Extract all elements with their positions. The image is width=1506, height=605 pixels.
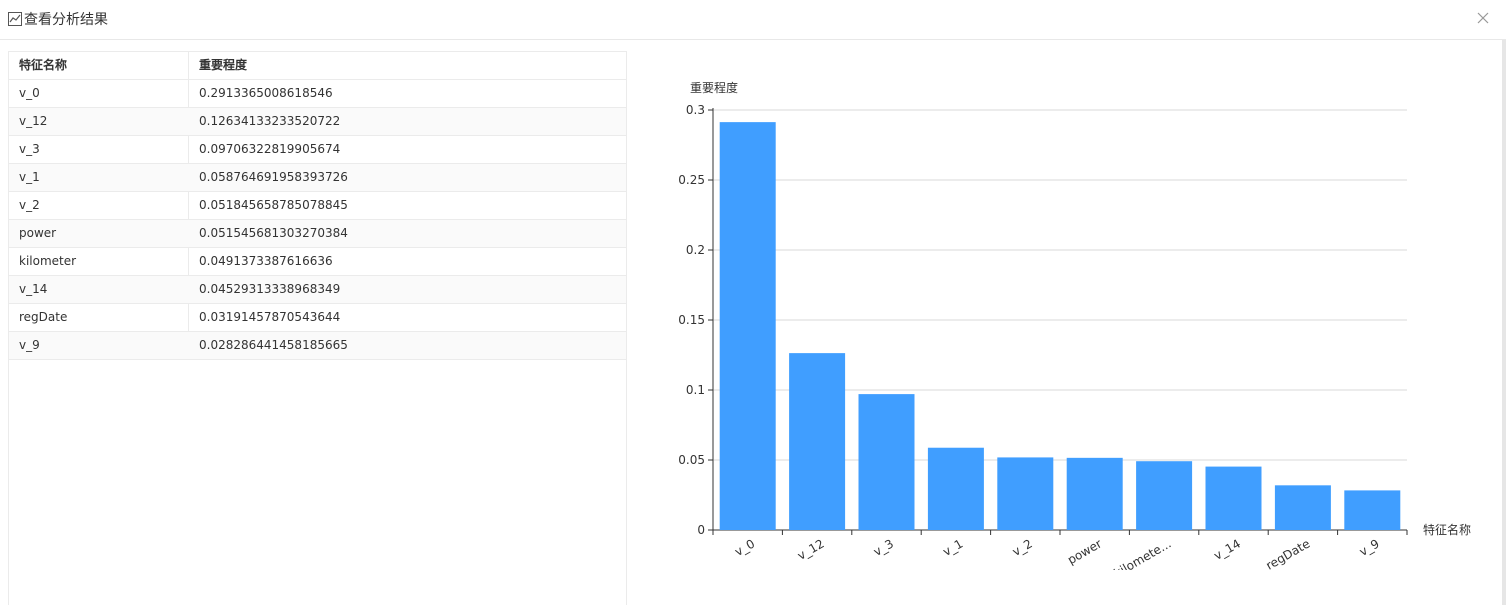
table-row: v_1 0.058764691958393726 bbox=[9, 164, 626, 192]
table-row: v_0 0.2913365008618546 bbox=[9, 80, 626, 108]
close-icon[interactable] bbox=[1476, 11, 1490, 25]
bar[interactable] bbox=[719, 122, 776, 530]
y-axis-label: 重要程度 bbox=[690, 80, 738, 95]
cell-importance: 0.2913365008618546 bbox=[199, 86, 333, 100]
bar[interactable] bbox=[927, 447, 984, 530]
importance-bar-chart: 0 0.05 0.1 0.15 0.2 0.25 0.3 重要程度特征名称 v_0 v_12 v_3… bbox=[660, 70, 1490, 580]
y-tick-label: 0.2 bbox=[686, 243, 705, 257]
x-tick-label: v_12 bbox=[795, 536, 827, 562]
bar[interactable] bbox=[1344, 490, 1401, 530]
cell-feature-name: v_3 bbox=[19, 142, 40, 156]
table-row: v_9 0.028286441458185665 bbox=[9, 332, 626, 360]
bar[interactable] bbox=[1066, 457, 1123, 530]
cell-importance: 0.09706322819905674 bbox=[199, 142, 341, 156]
feature-importance-table: 特征名称 重要程度 v_0 0.2913365008618546 v_12 0.126… bbox=[8, 51, 627, 605]
line-chart-icon bbox=[8, 12, 22, 26]
table-row: v_3 0.09706322819905674 bbox=[9, 136, 626, 164]
cell-importance: 0.12634133233520722 bbox=[199, 114, 341, 128]
column-header-feature-name: 特征名称 bbox=[19, 58, 68, 72]
y-tick-label: 0.3 bbox=[686, 103, 705, 117]
cell-feature-name: v_9 bbox=[19, 338, 40, 352]
bar[interactable] bbox=[858, 394, 915, 530]
bar[interactable] bbox=[997, 457, 1054, 530]
table-row: kilometer 0.0491373387616636 bbox=[9, 248, 626, 276]
table-row: power 0.051545681303270384 bbox=[9, 220, 626, 248]
x-tick-label: regDate bbox=[1264, 536, 1313, 570]
y-tick-label: 0.15 bbox=[678, 313, 705, 327]
table-row: v_14 0.04529313338968349 bbox=[9, 276, 626, 304]
cell-importance: 0.051845658785078845 bbox=[199, 198, 348, 212]
table-row: v_2 0.051845658785078845 bbox=[9, 192, 626, 220]
cell-feature-name: power bbox=[19, 226, 57, 240]
bar[interactable] bbox=[789, 353, 846, 530]
x-tick-label: v_14 bbox=[1211, 536, 1243, 562]
y-tick-label: 0.05 bbox=[678, 453, 705, 467]
cell-feature-name: v_12 bbox=[19, 114, 48, 128]
cell-importance: 0.0491373387616636 bbox=[199, 254, 333, 268]
x-tick-label: v_2 bbox=[1010, 536, 1035, 558]
table-row: regDate 0.03191457870543644 bbox=[9, 304, 626, 332]
bar[interactable] bbox=[1274, 485, 1331, 530]
cell-feature-name: v_0 bbox=[19, 86, 40, 100]
chart-svg: 0 0.05 0.1 0.15 0.2 0.25 0.3 重要程度特征名称 v_0 v_12 v_3… bbox=[678, 80, 1471, 580]
y-tick-label: 0.25 bbox=[678, 173, 705, 187]
column-header-importance: 重要程度 bbox=[199, 58, 248, 72]
cell-importance: 0.051545681303270384 bbox=[199, 226, 348, 240]
x-tick-label: power bbox=[1065, 536, 1104, 567]
cell-feature-name: v_14 bbox=[19, 282, 48, 296]
bar[interactable] bbox=[1136, 461, 1193, 530]
x-tick-label: v_3 bbox=[871, 536, 896, 558]
bar[interactable] bbox=[1205, 466, 1262, 530]
table-row: v_12 0.12634133233520722 bbox=[9, 108, 626, 136]
y-tick-label: 0 bbox=[697, 523, 705, 537]
x-tick-label: v_9 bbox=[1357, 536, 1382, 558]
scrollbar[interactable] bbox=[1502, 40, 1506, 605]
dialog-header: 查看分析结果 bbox=[0, 0, 1506, 40]
dialog-title: 查看分析结果 bbox=[24, 12, 108, 28]
x-tick-label: v_0 bbox=[732, 536, 757, 558]
cell-importance: 0.04529313338968349 bbox=[199, 282, 341, 296]
cell-importance: 0.03191457870543644 bbox=[199, 310, 341, 324]
cell-importance: 0.028286441458185665 bbox=[199, 338, 348, 352]
cell-feature-name: kilometer bbox=[19, 254, 77, 268]
analysis-result-dialog: 查看分析结果 特征名称 重要程度 v_0 0.2913365008618546 v_… bbox=[0, 0, 1506, 605]
y-tick-label: 0.1 bbox=[686, 383, 705, 397]
x-tick-label: kilomete... bbox=[1112, 536, 1174, 570]
table-header-row: 特征名称 重要程度 bbox=[9, 52, 626, 80]
cell-importance: 0.058764691958393726 bbox=[199, 170, 348, 184]
x-tick-label: v_1 bbox=[940, 536, 965, 558]
x-axis-label: 特征名称 bbox=[1423, 522, 1471, 537]
cell-feature-name: v_2 bbox=[19, 198, 40, 212]
cell-feature-name: v_1 bbox=[19, 170, 40, 184]
cell-feature-name: regDate bbox=[19, 310, 68, 324]
